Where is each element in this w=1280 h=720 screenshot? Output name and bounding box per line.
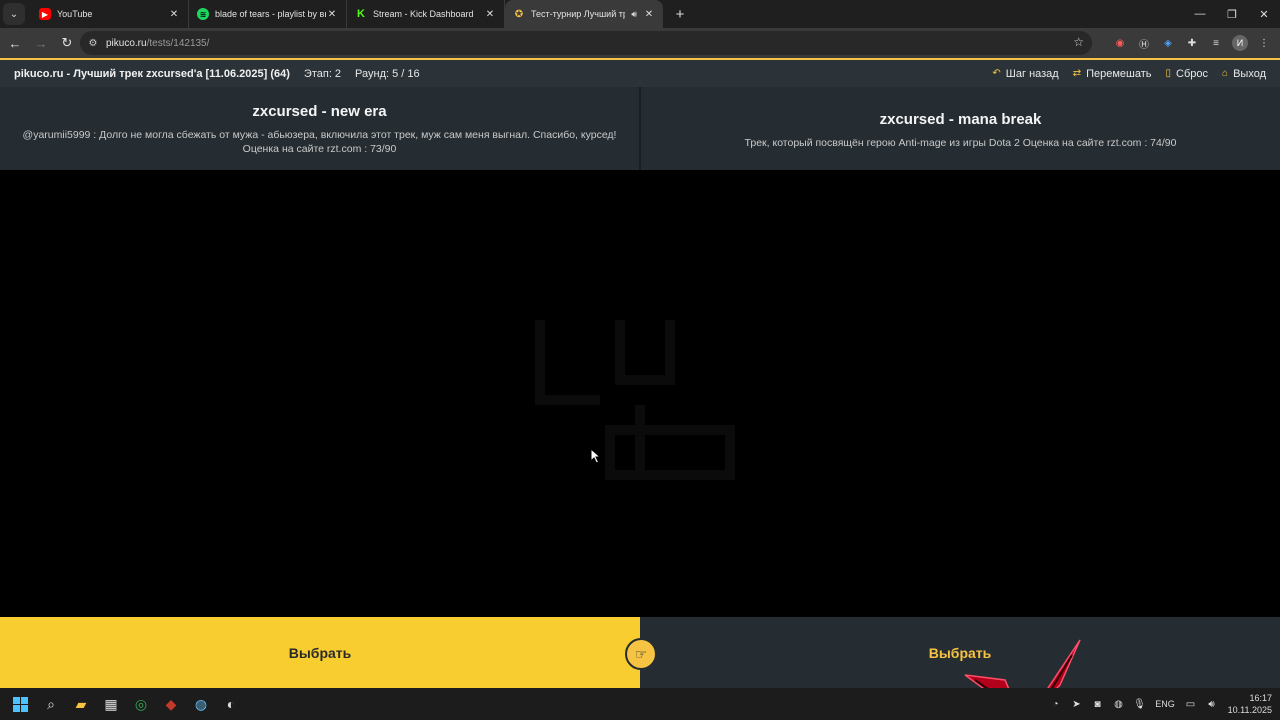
- task-manager-icon[interactable]: ▦: [96, 688, 126, 720]
- choose-left-button[interactable]: Выбрать: [0, 617, 640, 688]
- search-icon[interactable]: ⌕: [36, 688, 66, 720]
- tab-spotify[interactable]: ≋ blade of tears - playlist by выб ✕: [189, 0, 347, 28]
- chrome-icon[interactable]: ◎: [126, 688, 156, 720]
- taskbar-clock[interactable]: 16:17 10.11.2025: [1226, 692, 1272, 716]
- restore-icon[interactable]: ❐: [1216, 0, 1248, 28]
- tab-title: blade of tears - playlist by выб: [215, 9, 326, 19]
- puzzle-icon[interactable]: ✚: [1180, 31, 1204, 55]
- left-option-rating: Оценка на сайте rzt.com : 73/90: [242, 143, 397, 155]
- tray-app-icon[interactable]: ◔: [1045, 699, 1066, 710]
- extension-h-icon[interactable]: Ⓗ: [1132, 31, 1156, 55]
- back-icon[interactable]: ←: [3, 31, 27, 55]
- network-icon[interactable]: ▭: [1180, 699, 1201, 710]
- center-pointer-button[interactable]: ☞: [625, 638, 657, 670]
- telegram-icon[interactable]: ➤: [1066, 699, 1087, 710]
- address-bar[interactable]: ⚙ pikuco.ru/tests/142135/ ☆: [80, 31, 1092, 55]
- forward-icon[interactable]: →: [29, 31, 53, 55]
- close-icon[interactable]: ✕: [326, 9, 338, 20]
- tab-list: ▶ YouTube ✕ ≋ blade of tears - playlist …: [31, 0, 663, 28]
- header-actions: ↶ Шаг назад ⇄ Перемешать ▯ Сброс ⌂ Выход: [978, 60, 1266, 87]
- url-path: /tests/142135/: [146, 37, 210, 49]
- tab-title: YouTube: [57, 9, 93, 19]
- shuffle-icon: ⇄: [1072, 68, 1082, 79]
- reload-icon[interactable]: ↻: [55, 31, 79, 55]
- right-option-title: zxcursed - mana break: [879, 111, 1042, 128]
- tab-title: Stream - Kick Dashboard: [373, 9, 474, 19]
- right-option-description: Трек, который посвящён герою Anti-mage и…: [744, 137, 1177, 149]
- youtube-icon: ▶: [39, 8, 51, 20]
- menu-kebab-icon[interactable]: ⋮: [1252, 31, 1276, 55]
- chevron-down-icon: ⌄: [9, 8, 19, 20]
- shuffle-button[interactable]: ⇄ Перемешать: [1073, 68, 1152, 80]
- left-option-panel: zxcursed - new era @yarumii5999 : Долго …: [0, 87, 639, 170]
- volume-icon[interactable]: 🔊︎: [1201, 699, 1222, 710]
- mouse-cursor-icon: [590, 448, 602, 464]
- round-indicator: Раунд: 5 / 16: [355, 67, 420, 80]
- microphone-icon[interactable]: 🎙︎: [1129, 699, 1150, 710]
- speaker-icon[interactable]: 🔊︎: [631, 9, 637, 20]
- home-icon: ⌂: [1222, 68, 1229, 79]
- test-header: pikuco.ru - Лучший трек zxcursed'а [11.0…: [0, 60, 1280, 87]
- stage-indicator: Этап: 2: [303, 67, 342, 80]
- extension-blue-icon[interactable]: ◈: [1156, 31, 1180, 55]
- new-tab-button[interactable]: +: [669, 3, 691, 25]
- pointer-hand-icon: ☞: [634, 645, 648, 662]
- language-indicator[interactable]: ENG: [1150, 699, 1180, 709]
- media-controls-icon[interactable]: ≡: [1204, 31, 1228, 55]
- page-title: pikuco.ru - Лучший трек zxcursed'а [11.0…: [14, 67, 290, 80]
- step-back-label: Шаг назад: [1005, 67, 1059, 80]
- windows-taskbar: ⌕ ▰ ▦ ◎ ◆ ◍ ◐ ◔ ➤ ◙ ◍ 🎙︎ ENG ▭ 🔊︎ 16:17 …: [0, 688, 1280, 720]
- close-window-icon[interactable]: ✕: [1248, 0, 1280, 28]
- choose-left-label: Выбрать: [288, 644, 352, 661]
- left-option-description: @yarumii5999 : Долго не могла сбежать от…: [22, 129, 617, 141]
- close-icon[interactable]: ✕: [168, 9, 180, 20]
- pikuco-icon: ✪: [514, 8, 524, 20]
- windows-start-icon[interactable]: [13, 696, 28, 712]
- reset-button[interactable]: ▯ Сброс: [1166, 68, 1209, 80]
- right-option-panel: zxcursed - mana break Трек, который посв…: [641, 87, 1280, 170]
- shuffle-label: Перемешать: [1086, 67, 1152, 80]
- steam-icon[interactable]: ◍: [186, 688, 216, 720]
- kick-icon: K: [357, 8, 365, 20]
- url-host: pikuco.ru: [106, 37, 147, 49]
- undo-icon: ↶: [992, 68, 1001, 79]
- obs-icon[interactable]: ◐: [216, 688, 246, 720]
- tab-search-button[interactable]: ⌄: [3, 3, 25, 25]
- exit-label: Выход: [1233, 67, 1266, 80]
- window-controls: — ❐ ✕: [1184, 0, 1280, 28]
- bookmark-star-icon[interactable]: ☆: [1073, 35, 1084, 49]
- close-icon[interactable]: ✕: [643, 9, 655, 20]
- step-back-button[interactable]: ↶ Шаг назад: [992, 68, 1058, 80]
- spotify-icon: ≋: [197, 8, 209, 20]
- reset-label: Сброс: [1176, 67, 1209, 80]
- video-player[interactable]: [0, 170, 1280, 617]
- discord-icon[interactable]: ◙: [1087, 699, 1108, 710]
- close-icon[interactable]: ✕: [484, 9, 496, 20]
- file-explorer-icon[interactable]: ▰: [66, 688, 96, 720]
- minimize-icon[interactable]: —: [1184, 0, 1216, 28]
- left-option-title: zxcursed - new era: [252, 103, 387, 120]
- browser-toolbar: ← → ↻ ⚙ pikuco.ru/tests/142135/ ☆ ◉ Ⓗ ◈ …: [0, 28, 1280, 58]
- tab-kick[interactable]: K Stream - Kick Dashboard ✕: [347, 0, 505, 28]
- faint-logo-graphic: [535, 320, 735, 480]
- extensions-area: ◉ Ⓗ ◈ ✚ ≡ И ⋮: [1108, 31, 1276, 55]
- browser-tab-strip: ⌄ ▶ YouTube ✕ ≋ blade of tears - playlis…: [0, 0, 1280, 28]
- exit-button[interactable]: ⌂ Выход: [1222, 68, 1266, 80]
- trash-icon: ▯: [1165, 68, 1172, 79]
- clock-time: 16:17: [1249, 693, 1272, 703]
- tab-pikuco[interactable]: ✪ Тест-турнир Лучший трек 🔊︎ ✕: [505, 0, 663, 28]
- url-text[interactable]: pikuco.ru/tests/142135/: [106, 38, 209, 49]
- plus-icon: +: [675, 5, 685, 23]
- screen: ⌄ ▶ YouTube ✕ ≋ blade of tears - playlis…: [0, 0, 1280, 720]
- extension-red-icon[interactable]: ◉: [1108, 31, 1132, 55]
- taskbar-apps: ⌕ ▰ ▦ ◎ ◆ ◍ ◐: [8, 688, 246, 720]
- tab-title: Тест-турнир Лучший трек: [531, 9, 625, 19]
- site-info-icon[interactable]: ⚙: [86, 38, 100, 49]
- clock-date: 10.11.2025: [1227, 705, 1272, 715]
- system-tray: ◔ ➤ ◙ ◍ 🎙︎ ENG ▭ 🔊︎ 16:17 10.11.2025: [1045, 688, 1272, 720]
- profile-avatar[interactable]: И: [1232, 35, 1248, 51]
- steam-tray-icon[interactable]: ◍: [1108, 699, 1129, 710]
- tab-youtube[interactable]: ▶ YouTube ✕: [31, 0, 189, 28]
- dota-icon[interactable]: ◆: [156, 688, 186, 720]
